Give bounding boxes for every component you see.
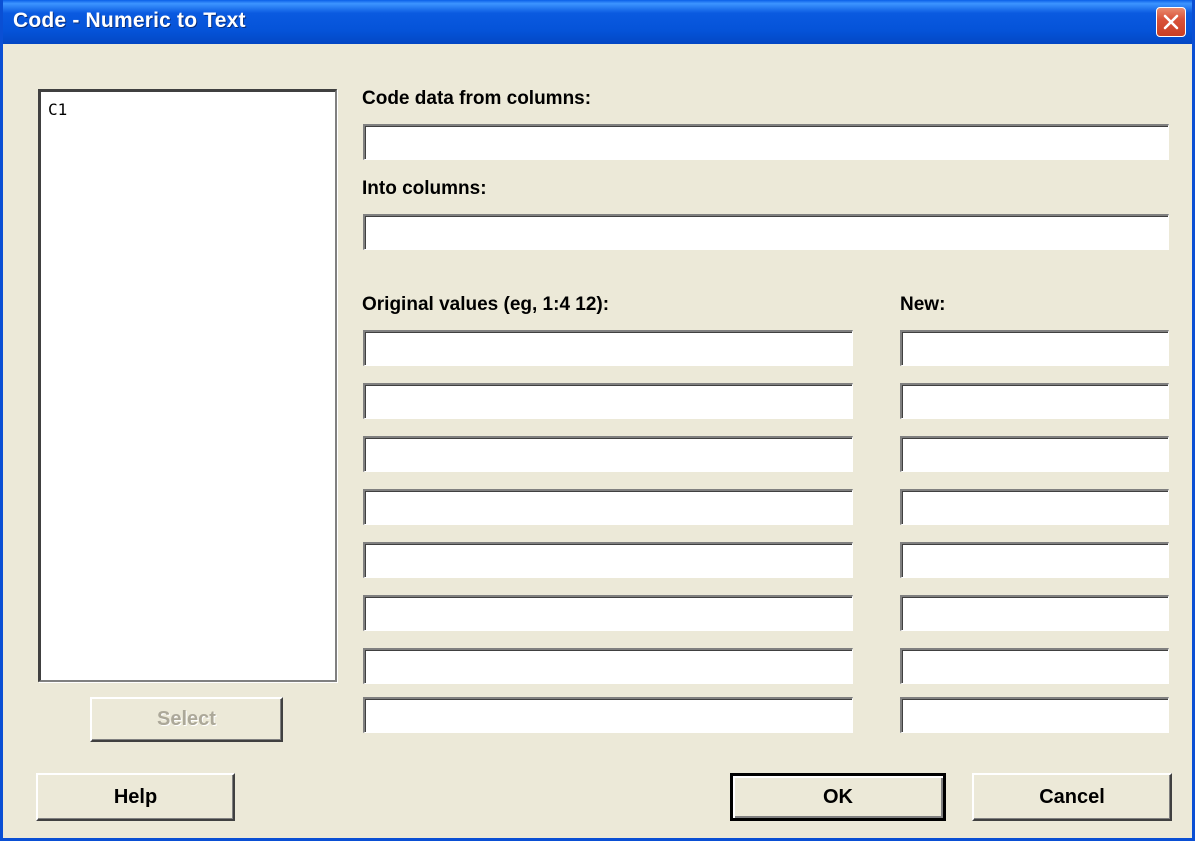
help-button[interactable]: Help xyxy=(36,773,235,821)
original-value-field[interactable] xyxy=(363,542,853,578)
select-button: Select xyxy=(90,697,283,742)
title-bar[interactable]: Code - Numeric to Text xyxy=(3,0,1192,44)
code-from-label: Code data from columns: xyxy=(362,88,592,109)
new-value-field[interactable] xyxy=(900,436,1169,472)
ok-button-label: OK xyxy=(823,786,853,808)
original-value-field[interactable] xyxy=(363,648,853,684)
close-icon xyxy=(1163,14,1179,30)
new-value-field[interactable] xyxy=(900,489,1169,525)
into-columns-label: Into columns: xyxy=(362,178,487,199)
dialog-window: Code - Numeric to Text C1 Code data from… xyxy=(0,0,1195,841)
window-title: Code - Numeric to Text xyxy=(13,9,246,32)
cancel-button-label: Cancel xyxy=(1039,786,1105,808)
new-value-field[interactable] xyxy=(900,383,1169,419)
variable-list[interactable]: C1 xyxy=(38,89,337,682)
select-button-label: Select xyxy=(157,708,216,730)
new-value-field[interactable] xyxy=(900,595,1169,631)
cancel-button[interactable]: Cancel xyxy=(972,773,1172,821)
original-value-field[interactable] xyxy=(363,383,853,419)
original-value-field[interactable] xyxy=(363,489,853,525)
new-value-field[interactable] xyxy=(900,542,1169,578)
original-values-label: Original values (eg, 1:4 12): xyxy=(362,294,610,315)
original-value-field[interactable] xyxy=(363,697,853,733)
new-value-field[interactable] xyxy=(900,648,1169,684)
new-values-label: New: xyxy=(900,294,946,315)
close-button[interactable] xyxy=(1156,7,1186,37)
original-value-field[interactable] xyxy=(363,595,853,631)
new-value-field[interactable] xyxy=(900,697,1169,733)
ok-button[interactable]: OK xyxy=(730,773,946,821)
into-columns-input[interactable] xyxy=(363,214,1169,250)
original-value-field[interactable] xyxy=(363,436,853,472)
help-button-label: Help xyxy=(113,786,158,808)
new-value-field[interactable] xyxy=(900,330,1169,366)
original-value-field[interactable] xyxy=(363,330,853,366)
list-item[interactable]: C1 xyxy=(48,100,67,119)
code-from-input[interactable] xyxy=(363,124,1169,160)
